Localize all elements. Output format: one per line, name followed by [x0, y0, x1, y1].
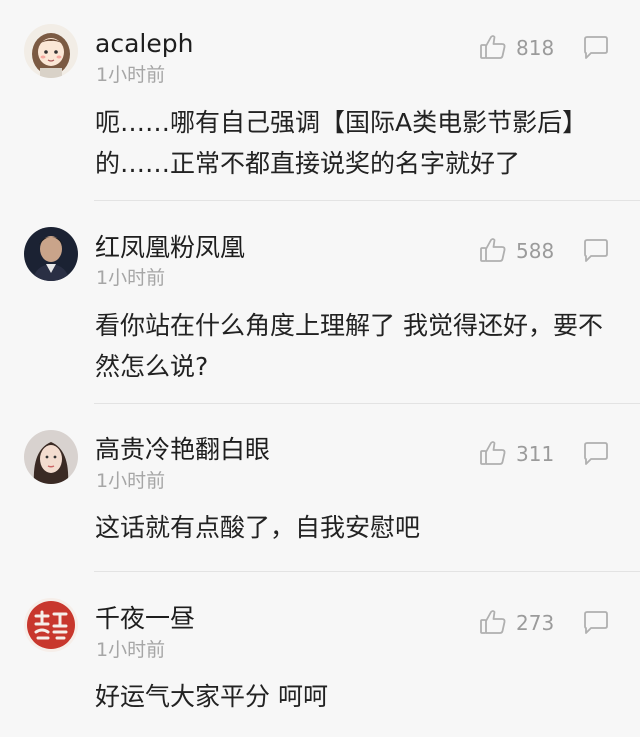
- thumbs-up-icon[interactable]: [478, 32, 508, 62]
- comment-time: 1小时前: [96, 64, 166, 86]
- avatar[interactable]: [24, 598, 78, 652]
- divider: [94, 571, 640, 572]
- divider: [94, 403, 640, 404]
- like-count: 818: [516, 36, 555, 60]
- username[interactable]: 高贵冷艳翻白眼: [95, 435, 270, 465]
- username[interactable]: 红凤凰粉凤凰: [95, 233, 245, 263]
- thumbs-up-icon[interactable]: [478, 607, 508, 637]
- thumbs-up-icon[interactable]: [478, 438, 508, 468]
- comment-text: 呃……哪有自己强调【国际A类电影节影后】的……正常不都直接说奖的名字就好了: [95, 108, 588, 178]
- username[interactable]: 千夜一昼: [95, 604, 195, 634]
- comment-time: 1小时前: [96, 267, 166, 289]
- reply-icon[interactable]: [582, 35, 610, 61]
- avatar[interactable]: [24, 430, 78, 484]
- comment-time: 1小时前: [96, 470, 166, 492]
- like-count: 273: [516, 611, 555, 635]
- divider: [94, 200, 640, 201]
- username[interactable]: acaleph: [95, 29, 193, 59]
- reply-icon[interactable]: [582, 441, 610, 467]
- avatar[interactable]: [24, 227, 78, 281]
- comment-text: 看你站在什么角度上理解了 我觉得还好，要不然怎么说?: [95, 311, 603, 381]
- like-count: 588: [516, 239, 555, 263]
- comment-time: 1小时前: [96, 639, 166, 661]
- avatar[interactable]: [24, 24, 78, 78]
- thumbs-up-icon[interactable]: [478, 235, 508, 265]
- comment-text: 好运气大家平分 呵呵: [95, 682, 328, 711]
- comment-text: 这话就有点酸了，自我安慰吧: [95, 513, 421, 542]
- reply-icon[interactable]: [582, 610, 610, 636]
- reply-icon[interactable]: [582, 238, 610, 264]
- like-count: 311: [516, 442, 555, 466]
